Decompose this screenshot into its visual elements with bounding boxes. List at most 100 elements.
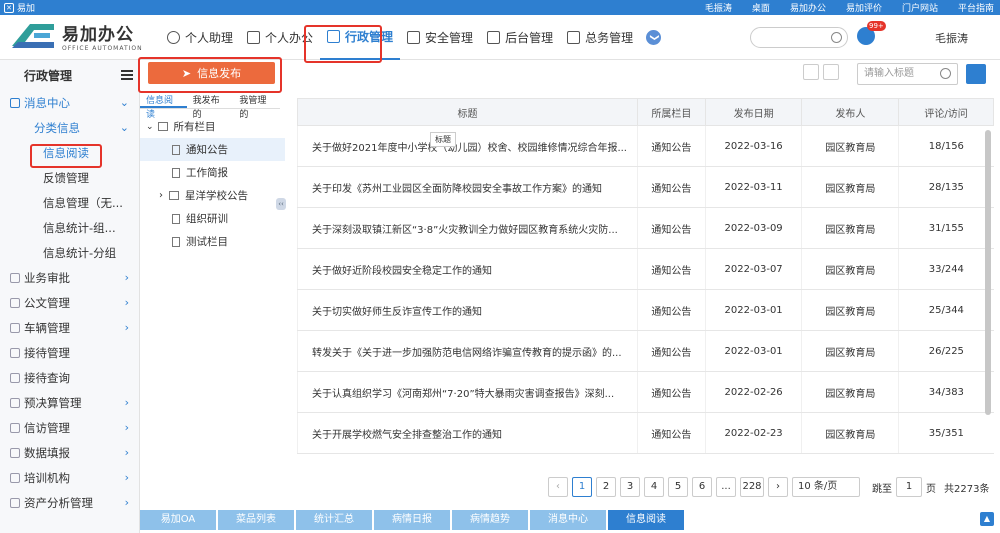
top-link-office[interactable]: 易加办公 [790, 1, 826, 14]
column-header-title[interactable]: 标题 [297, 98, 638, 126]
sidebar-item-data-entry[interactable]: 数据填报 › [0, 440, 139, 465]
bottom-tab-daily-report[interactable]: 病情日报 [374, 510, 450, 530]
view-list-icon[interactable] [823, 64, 839, 80]
table-row[interactable]: 关于做好近阶段校园安全稳定工作的通知 通知公告 2022-03-07 园区教育局 33/… [297, 248, 994, 290]
top-link-user[interactable]: 毛振涛 [705, 1, 732, 14]
sidebar-item-vehicles[interactable]: 车辆管理 › [0, 315, 139, 340]
row-stats: 18/156 [898, 125, 994, 167]
row-title[interactable]: 关于做好近阶段校园安全稳定工作的通知 [297, 248, 638, 290]
sidebar-item-message-center[interactable]: 消息中心 ⌄ [0, 90, 139, 115]
sidebar-item-budget[interactable]: 预决算管理 › [0, 390, 139, 415]
sidebar-item-label: 资产分析管理 [24, 495, 93, 510]
top-link-desktop[interactable]: 桌面 [752, 1, 770, 14]
title-search-input[interactable]: 请输入标题 [857, 63, 958, 85]
menu-toggle-icon[interactable] [121, 70, 133, 80]
top-links: 毛振涛 桌面 易加办公 易加评价 门户网站 平台指南 [705, 1, 994, 14]
column-header-comments[interactable]: 评论/访问 [898, 98, 994, 126]
row-title[interactable]: 关于切实做好师生反诈宣传工作的通知 [297, 289, 638, 331]
per-page-select[interactable]: 10 条/页 [792, 477, 860, 497]
top-link-guide[interactable]: 平台指南 [958, 1, 994, 14]
table-row[interactable]: 关于开展学校燃气安全排查整治工作的通知 通知公告 2022-02-23 园区教育局 35… [297, 412, 994, 454]
bottom-tab-trend[interactable]: 病情趋势 [452, 510, 528, 530]
page-6[interactable]: 6 [692, 477, 712, 497]
tree-node-training[interactable]: 组织研训 [140, 207, 285, 230]
jump-page-input[interactable]: 1 [896, 477, 922, 497]
sidebar-item-training[interactable]: 培训机构 › [0, 465, 139, 490]
sidebar-item-info-management[interactable]: 信息管理（无... [0, 190, 139, 215]
highlight-publish-box [138, 57, 282, 93]
page-3[interactable]: 3 [620, 477, 640, 497]
sidebar-item-label: 分类信息 [34, 120, 80, 135]
bottom-tab-stats[interactable]: 统计汇总 [296, 510, 372, 530]
page-2[interactable]: 2 [596, 477, 616, 497]
top-link-portal[interactable]: 门户网站 [902, 1, 938, 14]
sidebar-item-asset-analysis[interactable]: 资产分析管理 › [0, 490, 139, 515]
tree-node-notices[interactable]: 通知公告 [140, 138, 285, 161]
sidebar-item-feedback[interactable]: 反馈管理 [0, 165, 139, 190]
sidebar-item-reception[interactable]: 接待管理 [0, 340, 139, 365]
sidebar-item-documents[interactable]: 公文管理 › [0, 290, 139, 315]
notification-badge: 99+ [867, 21, 886, 31]
row-title[interactable]: 关于开展学校燃气安全排查整治工作的通知 [297, 412, 638, 454]
row-column: 通知公告 [636, 330, 706, 372]
nav-general-affairs[interactable]: 总务管理 [560, 15, 640, 60]
column-header-publisher[interactable]: 发布人 [801, 98, 900, 126]
tab-info-reading[interactable]: 信息阅读 [140, 94, 187, 120]
page-5[interactable]: 5 [668, 477, 688, 497]
tree-node-school-notices[interactable]: › 星洋学校公告 [140, 184, 285, 207]
next-page-icon[interactable]: › [768, 477, 788, 497]
sidebar-item-category-info[interactable]: 分类信息 ⌄ [0, 115, 139, 140]
page-1[interactable]: 1 [572, 477, 592, 497]
tree-node-test[interactable]: 测试栏目 [140, 230, 285, 253]
page-4[interactable]: 4 [644, 477, 664, 497]
tree-root[interactable]: ⌄ 所有栏目 [140, 115, 285, 138]
column-header-column[interactable]: 所属栏目 [636, 98, 706, 126]
row-title[interactable]: 转发关于《关于进一步加强防范电信网络诈骗宣传教育的提示函》的... [297, 330, 638, 372]
nav-security-management[interactable]: 安全管理 [400, 15, 480, 60]
prev-page-icon[interactable]: ‹ [548, 477, 568, 497]
table-row[interactable]: 关于做好2021年度中小学校（幼儿园）校舍、校园维修情况综合年报... 通知公告 2… [297, 125, 994, 167]
column-header-date[interactable]: 发布日期 [704, 98, 803, 126]
page-ellipsis[interactable]: ... [716, 477, 736, 497]
chevron-down-icon: ⌄ [146, 121, 154, 132]
back-to-top-icon[interactable]: ▲ [980, 512, 994, 526]
bottom-tab-info-reading[interactable]: 信息阅读 [608, 510, 684, 530]
table-row[interactable]: 关于认真组织学习《河南郑州“7·20”特大暴雨灾害调查报告》深刻... 通知公告 2… [297, 371, 994, 413]
nav-backend-management[interactable]: 后台管理 [480, 15, 560, 60]
tree-label: 测试栏目 [186, 236, 228, 248]
table-scrollbar[interactable] [985, 130, 991, 415]
tab-my-published[interactable]: 我发布的 [187, 94, 234, 120]
bottom-tab-oa[interactable]: 易加OA [140, 510, 216, 530]
view-grid-icon[interactable] [803, 64, 819, 80]
bottom-tab-menu[interactable]: 菜品列表 [218, 510, 294, 530]
nav-personal-assistant[interactable]: 个人助理 [160, 15, 240, 60]
sidebar-item-petitions[interactable]: 信访管理 › [0, 415, 139, 440]
bottom-tab-message-center[interactable]: 消息中心 [530, 510, 606, 530]
nav-more-chevron-icon[interactable]: ❯ [646, 30, 662, 45]
header-search-input[interactable] [750, 27, 848, 48]
collapse-tree-icon[interactable]: ‹‹ [276, 198, 286, 210]
table-row[interactable]: 关于深刻汲取镇江新区“3·8”火灾教训全力做好园区教育系统火灾防... 通知公告 2… [297, 207, 994, 249]
monitor-icon [487, 31, 501, 44]
row-title[interactable]: 关于认真组织学习《河南郑州“7·20”特大暴雨灾害调查报告》深刻... [297, 371, 638, 413]
tree-node-work-briefs[interactable]: 工作简报 [140, 161, 285, 184]
reception-icon [10, 347, 20, 358]
tab-my-managed[interactable]: 我管理的 [233, 94, 280, 120]
query-icon [10, 372, 20, 383]
table-row[interactable]: 关于印发《苏州工业园区全面防降校园安全事故工作方案》的通知 通知公告 2022-03… [297, 166, 994, 208]
sidebar-item-stats-subgroup[interactable]: 信息统计-分组 [0, 240, 139, 265]
row-title[interactable]: 关于深刻汲取镇江新区“3·8”火灾教训全力做好园区教育系统火灾防... [297, 207, 638, 249]
row-title[interactable]: 关于印发《苏州工业园区全面防降校园安全事故工作方案》的通知 [297, 166, 638, 208]
logo[interactable]: 易加办公 OFFICE AUTOMATION [10, 20, 143, 52]
table-row[interactable]: 关于切实做好师生反诈宣传工作的通知 通知公告 2022-03-01 园区教育局 25/3… [297, 289, 994, 331]
notification-bell-icon[interactable]: 99+ [857, 21, 886, 45]
sidebar-item-stats-group[interactable]: 信息统计-组... [0, 215, 139, 240]
row-title[interactable]: 关于做好2021年度中小学校（幼儿园）校舍、校园维修情况综合年报... [297, 125, 638, 167]
user-name[interactable]: 毛振涛 [935, 30, 968, 46]
sidebar-item-reception-query[interactable]: 接待查询 [0, 365, 139, 390]
sidebar-item-approval[interactable]: 业务审批 › [0, 265, 139, 290]
page-228[interactable]: 228 [740, 477, 764, 497]
table-row[interactable]: 转发关于《关于进一步加强防范电信网络诈骗宣传教育的提示函》的... 通知公告 202… [297, 330, 994, 372]
top-link-evaluation[interactable]: 易加评价 [846, 1, 882, 14]
advanced-search-button[interactable] [966, 64, 986, 84]
